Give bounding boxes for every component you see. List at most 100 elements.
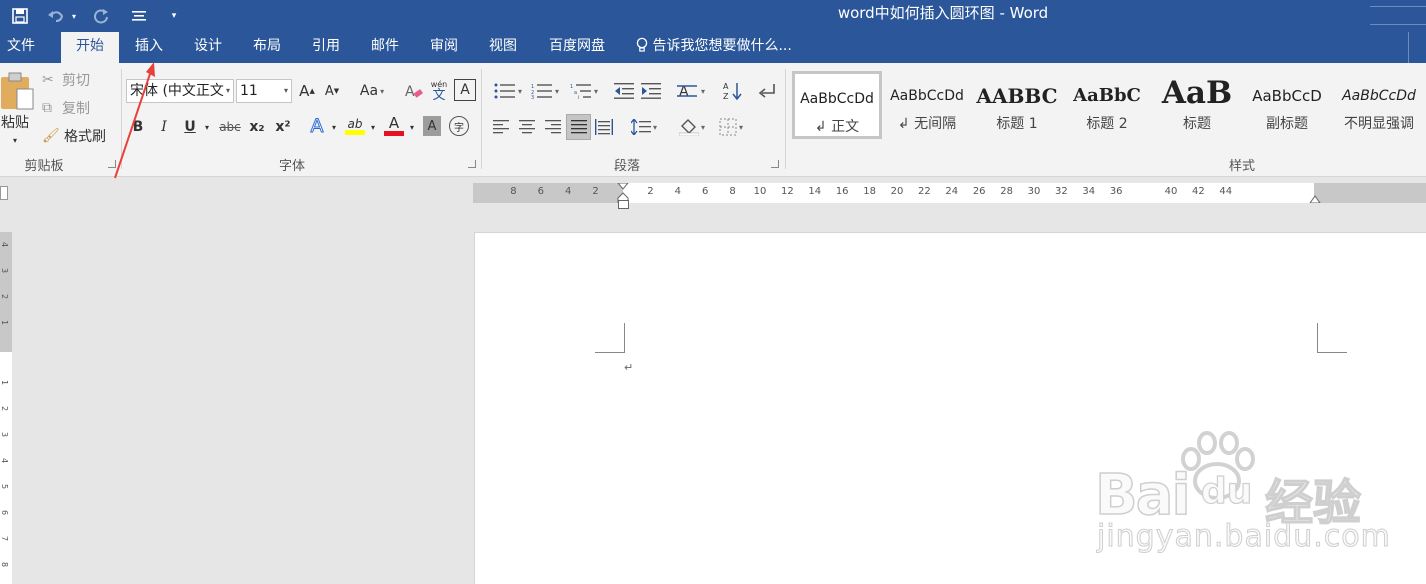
paragraph-dialog-launcher[interactable] [771, 160, 779, 168]
style-preview: AaBbCcDd [890, 88, 964, 104]
ruler-tick-label: 10 [753, 186, 767, 197]
change-case-button[interactable]: Aa ▾ [355, 79, 389, 103]
tab-layout[interactable]: 布局 [243, 32, 291, 63]
vertical-ruler-tick: 2 [0, 293, 10, 300]
sort-button[interactable]: AZ [721, 79, 745, 103]
chevron-down-icon: ▾ [700, 122, 705, 132]
clipboard-icon[interactable] [0, 69, 36, 113]
align-right-button[interactable] [542, 116, 564, 138]
format-painter-label: 格式刷 [64, 129, 106, 145]
vertical-ruler[interactable]: 4 3 2 1 1 2 3 4 5 6 7 8 [0, 232, 12, 584]
style-name: 副标题 [1266, 116, 1308, 132]
highlight-icon: ab [347, 116, 363, 131]
grow-font-button[interactable]: A ▲ [297, 79, 317, 103]
show-hide-marks-button[interactable] [755, 79, 779, 103]
left-indent-box[interactable] [618, 200, 629, 209]
style-heading-2[interactable]: AaBbC 标题 2 [1062, 71, 1152, 139]
chinese-layout-button[interactable]: A ▾ [673, 79, 709, 103]
underline-button[interactable]: U [180, 116, 200, 138]
chevron-down-icon: ▾ [554, 86, 559, 96]
subscript-button[interactable]: x₂ [246, 116, 268, 138]
ruler-tick-label: 6 [702, 186, 709, 197]
enclose-characters-button[interactable]: 字 [449, 116, 469, 136]
clear-formatting-button[interactable]: A [403, 79, 425, 103]
font-color-bar [384, 131, 404, 136]
character-border-button[interactable]: A [454, 79, 476, 101]
style-subtitle[interactable]: AaBbCcD 副标题 [1242, 71, 1332, 139]
tab-selector[interactable] [0, 186, 8, 200]
clipboard-group-label: 剪贴板 [24, 159, 64, 174]
increase-indent-button[interactable] [639, 79, 663, 103]
style-normal[interactable]: AaBbCcDd ↲ 正文 [792, 71, 882, 139]
text-effects-dropdown-icon[interactable]: ▾ [328, 116, 340, 138]
format-painter-button[interactable]: 🖌 格式刷 [42, 126, 114, 146]
tell-me-box[interactable]: 告诉我您想要做什么... [636, 32, 792, 63]
copy-label: 复制 [62, 101, 90, 117]
tab-file[interactable]: 文件 [0, 32, 42, 63]
phonetic-guide-button[interactable]: wén 文 [428, 77, 450, 105]
decrease-indent-button[interactable] [612, 79, 636, 103]
chevron-down-icon: ▾ [517, 86, 522, 96]
text-effects-button[interactable]: A [306, 114, 328, 138]
align-left-button[interactable] [490, 116, 512, 138]
borders-icon [719, 118, 737, 136]
paste-dropdown-icon[interactable]: ▾ [8, 133, 22, 147]
superscript-button[interactable]: x² [272, 116, 294, 138]
change-case-icon: Aa [359, 83, 379, 99]
distributed-button[interactable] [593, 116, 615, 138]
ruler-tick-label: 32 [1055, 186, 1068, 197]
horizontal-ruler[interactable]: 8 6 4 2 2 4 6 8 10 12 14 16 18 20 22 24 26 28 30 32 34 36 40 42… [473, 183, 1426, 203]
copy-icon: ⧉ [42, 100, 52, 116]
tab-mailings[interactable]: 邮件 [361, 32, 409, 63]
window-title: word中如何插入圆环图 - Word [837, 4, 1049, 22]
phonetic-bottom: 文 [432, 87, 446, 103]
style-no-spacing[interactable]: AaBbCcDd ↲ 无间隔 [882, 71, 972, 139]
font-color-dropdown-icon[interactable]: ▾ [406, 116, 418, 138]
cut-button[interactable]: ✂ 剪切 [42, 70, 102, 90]
numbering-button[interactable]: 1 2 3 ▾ [527, 79, 563, 103]
character-shading-button[interactable]: A [423, 116, 441, 136]
shading-button[interactable]: ▾ [674, 116, 710, 138]
font-color-button[interactable]: A [382, 114, 406, 138]
style-heading-1[interactable]: AABBC 标题 1 [972, 71, 1062, 139]
style-name: 标题 1 [996, 116, 1038, 132]
bullets-button[interactable]: ▾ [490, 79, 526, 103]
borders-button[interactable]: ▾ [713, 116, 749, 138]
tab-design[interactable]: 设计 [184, 32, 232, 63]
copy-button[interactable]: ⧉ 复制 [42, 98, 102, 118]
paragraph-group-label: 段落 [613, 159, 640, 174]
style-subtle-emphasis[interactable]: AaBbCcDd 不明显强调 [1332, 71, 1426, 139]
watermark-brand-du: du [1200, 470, 1253, 512]
paste-button[interactable]: 粘贴 [0, 113, 30, 131]
align-center-icon [519, 120, 535, 134]
chevron-down-icon: ▾ [380, 86, 385, 96]
highlight-dropdown-icon[interactable]: ▾ [367, 116, 379, 138]
ruler-tick-label: 4 [565, 186, 572, 197]
tab-view[interactable]: 视图 [479, 32, 527, 63]
justify-button[interactable] [566, 114, 591, 140]
style-title[interactable]: AaB 标题 [1152, 71, 1242, 139]
ruler-tick-label: 8 [510, 186, 517, 197]
multilevel-list-icon: 1ai [570, 84, 591, 99]
vertical-ruler-tick: 6 [0, 509, 10, 516]
shrink-font-button[interactable]: A ▼ [322, 79, 342, 103]
title-divider [1370, 6, 1426, 7]
line-spacing-button[interactable]: ▾ [626, 116, 662, 138]
document-page[interactable]: ↵ Bai du 经验 jingyan.baidu.com [474, 232, 1426, 584]
crop-mark-left [595, 323, 625, 353]
right-indent-marker-icon[interactable] [1309, 193, 1321, 203]
font-size-combobox[interactable]: 11 ▾ [236, 79, 292, 103]
font-dialog-launcher[interactable] [468, 160, 476, 168]
tab-review[interactable]: 审阅 [420, 32, 468, 63]
multilevel-list-button[interactable]: 1 a i ▾ [566, 79, 602, 103]
strikethrough-button[interactable]: abc [217, 116, 243, 138]
align-center-button[interactable] [516, 116, 538, 138]
highlight-button[interactable]: ab [343, 114, 367, 138]
underline-dropdown-icon[interactable]: ▾ [201, 116, 213, 138]
paragraph-mark: ↵ [624, 361, 634, 374]
ruler-tick-label: 12 [781, 186, 794, 197]
vertical-ruler-tick: 4 [0, 457, 10, 464]
tab-references[interactable]: 引用 [302, 32, 350, 63]
crop-mark-right [1317, 323, 1347, 353]
tab-baidu-netdisk[interactable]: 百度网盘 [540, 32, 614, 63]
